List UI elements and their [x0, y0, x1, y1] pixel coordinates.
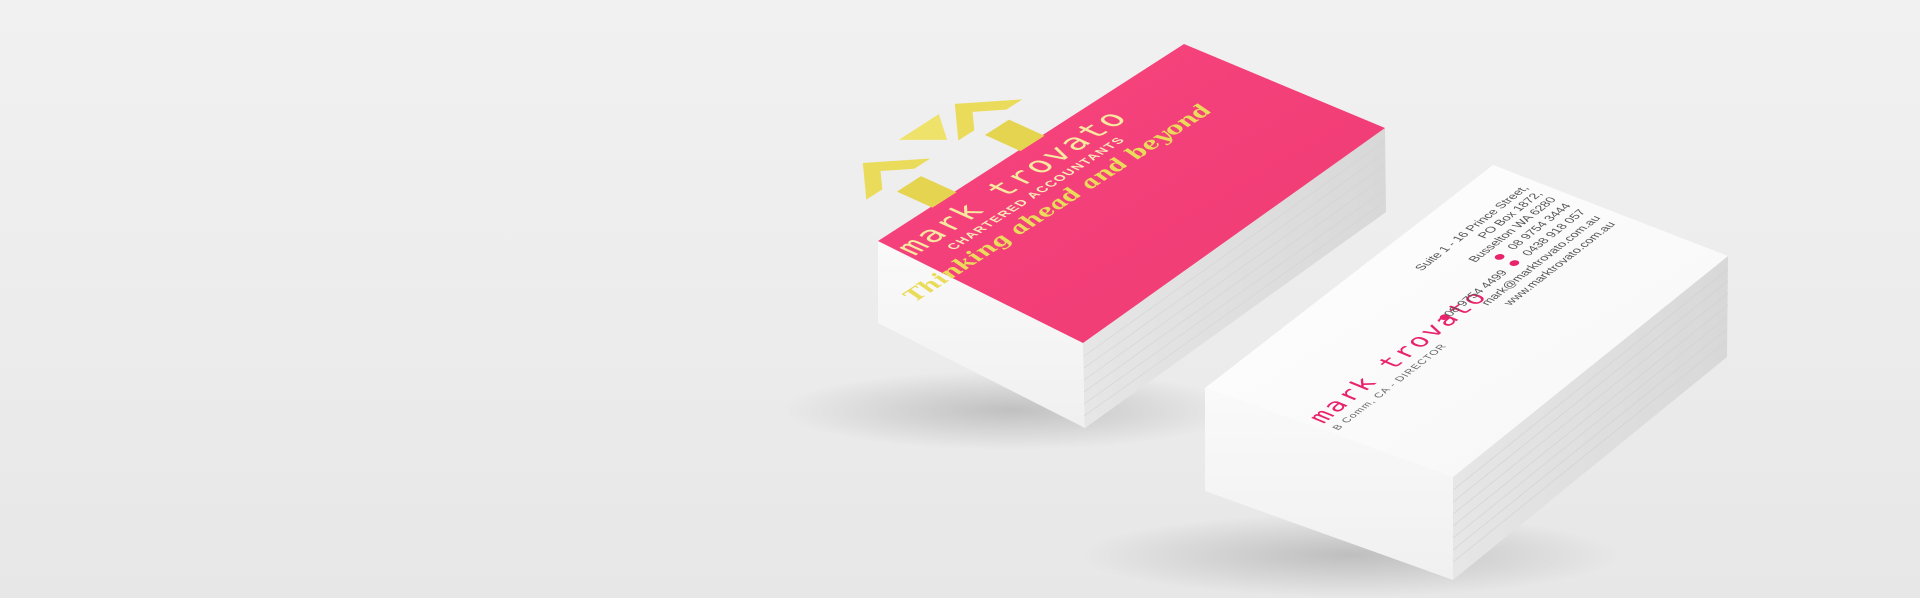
- business-card-scene: mark trovato CHARTERED ACCOUNTANTS Think…: [780, 44, 1729, 597]
